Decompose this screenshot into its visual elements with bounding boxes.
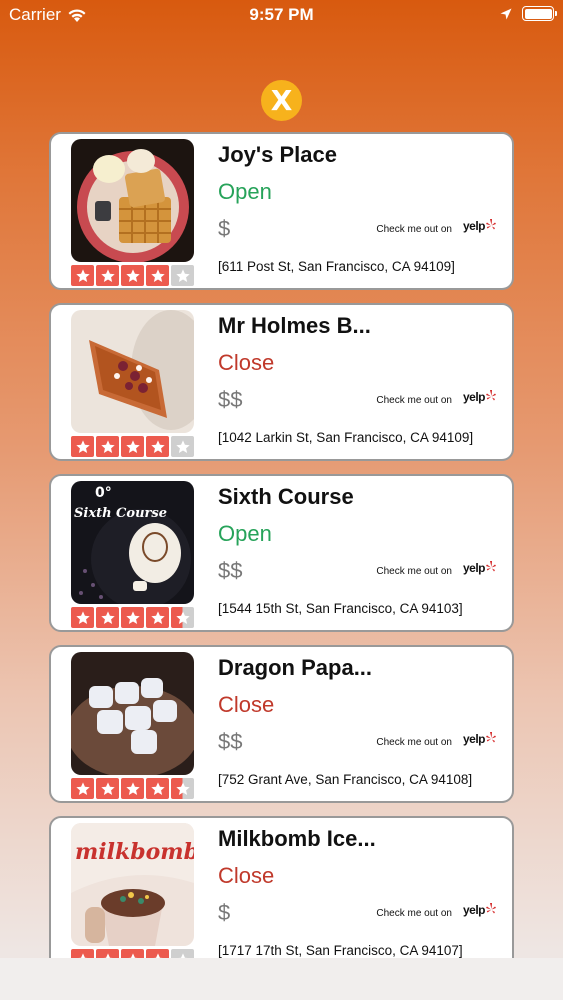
star-empty-icon	[171, 949, 194, 958]
rating-stars	[71, 607, 194, 628]
star-empty-icon	[171, 436, 194, 457]
restaurant-address: [752 Grant Ave, San Francisco, CA 94108]	[218, 772, 473, 787]
rating-stars	[71, 778, 194, 799]
milkbomb-ice-cream-image: milkbomb	[71, 823, 194, 946]
rating-stars	[71, 436, 194, 457]
mochi-image	[71, 652, 194, 775]
star-icon	[121, 607, 144, 628]
yelp-burst-icon	[486, 390, 496, 401]
restaurant-name: Sixth Course	[218, 484, 354, 509]
yelp-logo-text: yelp	[462, 732, 486, 746]
price-level: $	[218, 216, 231, 241]
restaurant-photo	[71, 652, 194, 775]
restaurant-photo: milkbomb	[71, 823, 194, 946]
star-icon	[121, 436, 144, 457]
restaurant-photo	[71, 139, 194, 262]
star-empty-icon	[171, 265, 194, 286]
star-icon	[146, 778, 169, 799]
star-icon	[146, 949, 169, 958]
svg-text:0°: 0°	[95, 485, 112, 501]
close-button-label: X	[270, 84, 293, 117]
yelp-link[interactable]: yelp	[463, 219, 496, 233]
restaurant-card[interactable]: milkbomb Milkbomb Ice... Close $ Check m…	[49, 816, 514, 958]
star-icon	[121, 949, 144, 958]
yelp-logo-text: yelp	[462, 219, 486, 233]
yelp-cta-text: Check me out on	[376, 224, 452, 235]
star-half-icon	[171, 607, 194, 628]
restaurant-name: Milkbomb Ice...	[218, 826, 376, 851]
closed-status: Close	[218, 692, 275, 717]
pastry-image	[71, 310, 194, 433]
price-level: $$	[218, 387, 243, 412]
price-level: $	[218, 900, 231, 925]
star-half-icon	[171, 778, 194, 799]
star-icon	[71, 778, 94, 799]
yelp-burst-icon	[486, 561, 496, 572]
star-icon	[71, 265, 94, 286]
star-icon	[146, 265, 169, 286]
yelp-burst-icon	[486, 732, 496, 743]
yelp-link[interactable]: yelp	[463, 732, 496, 746]
svg-text:milkbomb: milkbomb	[75, 839, 194, 865]
star-icon	[96, 436, 119, 457]
yelp-link[interactable]: yelp	[463, 903, 496, 917]
bottom-bar	[0, 958, 563, 1000]
price-level: $$	[218, 729, 243, 754]
yelp-link[interactable]: yelp	[463, 561, 496, 575]
sixth-course-dessert-image: 0° Sixth Course	[71, 481, 194, 604]
restaurant-card[interactable]: Mr Holmes B... Close $$ Check me out on …	[49, 303, 514, 461]
restaurant-card[interactable]: Dragon Papa... Close $$ Check me out on …	[49, 645, 514, 803]
star-icon	[96, 265, 119, 286]
yelp-cta-text: Check me out on	[376, 908, 452, 919]
restaurant-address: [1042 Larkin St, San Francisco, CA 94109…	[218, 430, 474, 445]
star-icon	[96, 778, 119, 799]
star-icon	[71, 607, 94, 628]
restaurant-address: [611 Post St, San Francisco, CA 94109]	[218, 259, 455, 274]
rating-stars	[71, 265, 194, 286]
closed-status: Close	[218, 863, 275, 888]
star-icon	[146, 436, 169, 457]
star-icon	[96, 949, 119, 958]
close-button[interactable]: X	[261, 80, 302, 121]
restaurant-photo: 0° Sixth Course	[71, 481, 194, 604]
closed-status: Close	[218, 350, 275, 375]
svg-text:Sixth Course: Sixth Course	[74, 506, 167, 521]
star-icon	[96, 607, 119, 628]
open-status: Open	[218, 179, 272, 204]
star-icon	[146, 607, 169, 628]
open-status: Open	[218, 521, 272, 546]
restaurant-name: Dragon Papa...	[218, 655, 373, 680]
restaurant-address: [1717 17th St, San Francisco, CA 94107]	[218, 943, 463, 958]
star-icon	[121, 265, 144, 286]
yelp-link[interactable]: yelp	[463, 390, 496, 404]
restaurant-photo	[71, 310, 194, 433]
yelp-cta-text: Check me out on	[376, 737, 452, 748]
restaurant-name: Joy's Place	[218, 142, 337, 167]
star-icon	[71, 949, 94, 958]
yelp-logo-text: yelp	[462, 561, 486, 575]
waffle-dessert-image	[71, 139, 194, 262]
restaurant-name: Mr Holmes B...	[218, 313, 371, 338]
price-level: $$	[218, 558, 243, 583]
star-icon	[121, 778, 144, 799]
restaurant-list[interactable]: Joy's Place Open $ Check me out on yelp …	[0, 0, 563, 958]
yelp-burst-icon	[486, 219, 496, 230]
yelp-cta-text: Check me out on	[376, 395, 452, 406]
star-icon	[71, 436, 94, 457]
restaurant-address: [1544 15th St, San Francisco, CA 94103]	[218, 601, 463, 616]
yelp-logo-text: yelp	[462, 903, 486, 917]
restaurant-card[interactable]: 0° Sixth Course Sixth Course Open $$ Che…	[49, 474, 514, 632]
rating-stars	[71, 949, 194, 958]
restaurant-card[interactable]: Joy's Place Open $ Check me out on yelp …	[49, 132, 514, 290]
yelp-cta-text: Check me out on	[376, 566, 452, 577]
yelp-logo-text: yelp	[462, 390, 486, 404]
yelp-burst-icon	[486, 903, 496, 914]
